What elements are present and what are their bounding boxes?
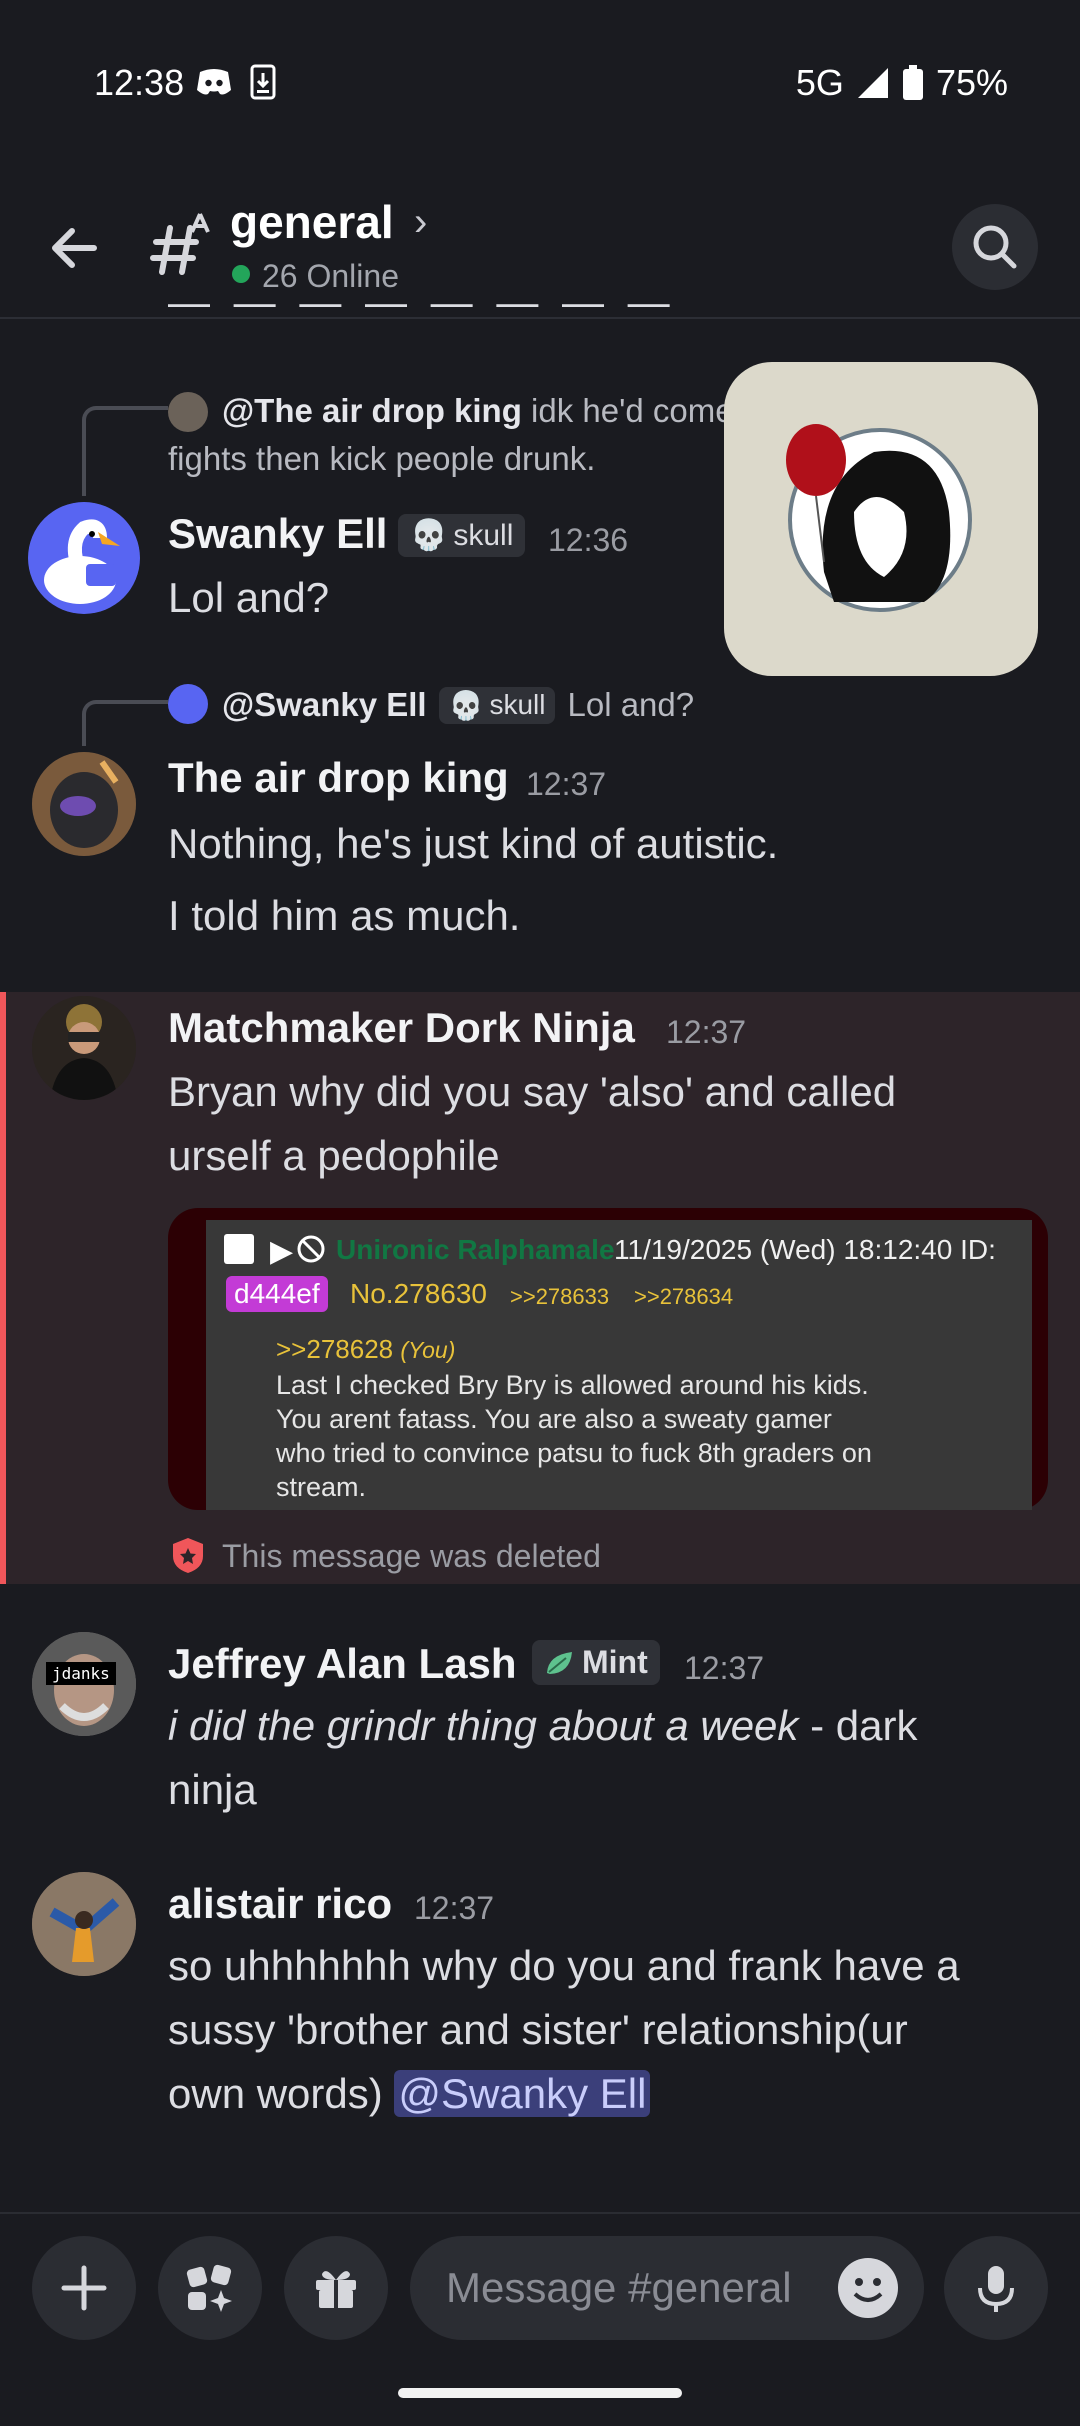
plus-icon bbox=[61, 2265, 107, 2311]
smiley-icon bbox=[853, 2278, 883, 2302]
skull-icon: 💀 bbox=[410, 519, 448, 552]
avatar-alistair-rico[interactable] bbox=[32, 1872, 136, 1976]
message-text[interactable]: urself a pedophile bbox=[168, 1124, 500, 1188]
message-text[interactable]: own words) @Swanky Ell bbox=[168, 2062, 651, 2126]
poster-name: Unironic Ralphamale bbox=[336, 1234, 615, 1265]
message-text[interactable]: Lol and? bbox=[168, 566, 329, 630]
reply-connector bbox=[82, 700, 168, 746]
timestamp: 12:37 bbox=[526, 766, 607, 802]
balloon-portrait-icon bbox=[786, 424, 972, 612]
message-text[interactable]: I told him as much. bbox=[168, 884, 520, 948]
post-number: No.278630 bbox=[350, 1278, 488, 1309]
mention-highlight-bar bbox=[0, 992, 6, 1584]
voice-message-button[interactable] bbox=[944, 2236, 1048, 2340]
search-icon bbox=[973, 225, 1017, 269]
avatar-matchmaker-dork-ninja[interactable] bbox=[32, 996, 136, 1100]
floating-avatar-tile[interactable] bbox=[724, 362, 1038, 676]
message-text[interactable]: sussy 'brother and sister' relationship(… bbox=[168, 1998, 908, 2062]
post-date: 11/19/2025 (Wed) 18:12:40 ID: bbox=[614, 1234, 996, 1265]
username[interactable]: Jeffrey Alan Lash bbox=[168, 1640, 517, 1688]
timestamp: 12:37 bbox=[414, 1890, 495, 1926]
user-mention[interactable]: @Swanky Ell bbox=[394, 2070, 651, 2117]
discord-icon bbox=[197, 69, 231, 95]
message-text[interactable]: i did the grindr thing about a week - da… bbox=[168, 1694, 917, 1758]
status-bar: 12:38 5G 75% bbox=[0, 0, 1080, 175]
avatar-overlay-text: jdanks bbox=[46, 1662, 116, 1685]
home-indicator[interactable] bbox=[398, 2388, 682, 2398]
message-text[interactable]: Nothing, he's just kind of autistic. bbox=[168, 812, 778, 876]
timestamp: 12:36 bbox=[548, 522, 629, 558]
apps-sparkle-icon bbox=[186, 2264, 232, 2312]
chevron-right-icon[interactable]: › bbox=[414, 200, 427, 245]
status-time: 12:38 bbox=[94, 62, 185, 103]
microphone-icon bbox=[978, 2266, 1014, 2312]
online-count: 26 Online bbox=[262, 258, 399, 294]
deleted-notice: This message was deleted bbox=[222, 1538, 601, 1574]
reply-preview[interactable]: @Swanky Ell 💀 skull Lol and? bbox=[222, 686, 694, 724]
username[interactable]: Matchmaker Dork Ninja bbox=[168, 1004, 635, 1052]
reply-preview-line2: fights then kick people drunk. bbox=[168, 440, 596, 477]
role-tag: Mint bbox=[532, 1640, 660, 1685]
battery-icon bbox=[902, 65, 923, 100]
channel-hash-icon bbox=[150, 213, 210, 275]
shield-icon bbox=[173, 1538, 203, 1573]
avatar-swanky-ell[interactable] bbox=[28, 502, 140, 614]
username[interactable]: alistair rico bbox=[168, 1880, 392, 1928]
back-arrow-icon[interactable] bbox=[44, 218, 104, 278]
play-icon: ▶ bbox=[270, 1235, 294, 1268]
checkbox-icon bbox=[224, 1234, 254, 1264]
message-input-placeholder[interactable]: Message #general bbox=[446, 2264, 792, 2312]
add-attachment-button[interactable] bbox=[32, 2236, 136, 2340]
block-icon bbox=[297, 1235, 325, 1263]
search-button[interactable] bbox=[952, 204, 1038, 290]
reply-avatar bbox=[168, 392, 208, 432]
post-reply-link: >>278634 bbox=[634, 1284, 734, 1309]
online-status-dot bbox=[232, 265, 250, 283]
poster-id-badge: d444ef bbox=[226, 1276, 328, 1312]
emoji-button[interactable] bbox=[838, 2258, 898, 2318]
network-label: 5G bbox=[795, 62, 844, 103]
figure-avatar-icon bbox=[32, 1872, 136, 1976]
role-tag: 💀 skull bbox=[398, 514, 526, 557]
leaf-icon bbox=[547, 1651, 572, 1674]
apps-button[interactable] bbox=[158, 2236, 262, 2340]
timestamp: 12:37 bbox=[684, 1650, 765, 1686]
avatar-the-air-drop-king[interactable] bbox=[32, 752, 136, 856]
gift-icon bbox=[316, 2271, 356, 2308]
reply-avatar bbox=[168, 684, 208, 724]
signal-icon bbox=[857, 68, 888, 98]
post-body: Last I checked Bry Bry is allowed around… bbox=[276, 1370, 872, 1502]
download-icon bbox=[250, 64, 276, 100]
reply-preview[interactable]: @The air drop king idk he'd come bbox=[222, 392, 734, 430]
gift-button[interactable] bbox=[284, 2236, 388, 2340]
person-avatar-icon bbox=[32, 996, 136, 1100]
post-reply-link: >>278633 bbox=[510, 1284, 610, 1309]
skull-icon: 💀 bbox=[448, 689, 484, 721]
username[interactable]: Swanky Ell bbox=[168, 510, 387, 558]
message-text[interactable]: ninja bbox=[168, 1758, 257, 1822]
timestamp: 12:37 bbox=[666, 1014, 747, 1050]
clipped-message: — — — — — — — — — bbox=[168, 300, 678, 322]
helmet-avatar-icon bbox=[32, 752, 136, 856]
channel-name[interactable]: general bbox=[230, 195, 394, 249]
message-text[interactable]: so uhhhhhhh why do you and frank have a bbox=[168, 1934, 960, 1998]
message-text[interactable]: Bryan why did you say 'also' and called bbox=[168, 1060, 896, 1124]
reply-connector bbox=[82, 406, 168, 496]
swan-avatar-icon bbox=[28, 502, 140, 614]
username[interactable]: The air drop king bbox=[168, 754, 509, 802]
battery-percent: 75% bbox=[935, 62, 1008, 103]
quote-link: >>278628 (You) bbox=[276, 1334, 456, 1364]
